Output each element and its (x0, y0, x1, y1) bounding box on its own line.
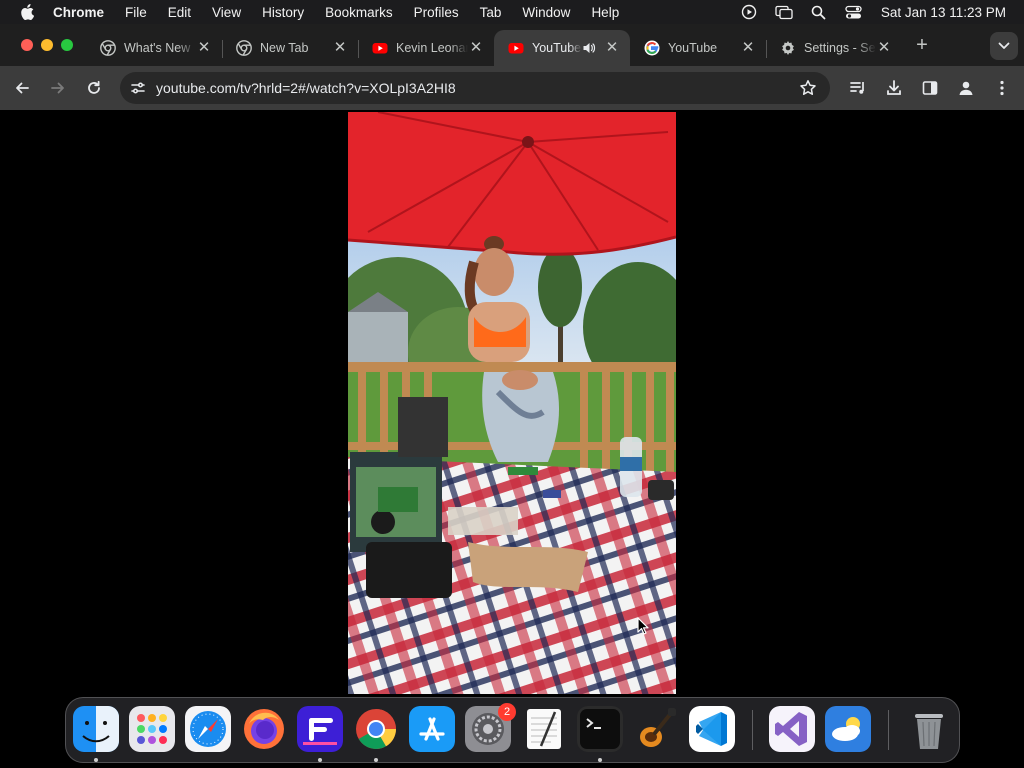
close-window-button[interactable] (21, 39, 33, 51)
new-tab-button[interactable]: + (912, 35, 932, 56)
menu-edit[interactable]: Edit (168, 5, 191, 20)
finder-app-icon[interactable] (73, 706, 119, 752)
menu-help[interactable]: Help (591, 5, 619, 20)
dock-separator (888, 710, 889, 750)
menu-file[interactable]: File (125, 5, 147, 20)
safari-app-icon[interactable] (185, 706, 231, 752)
tab-title: New Tab (260, 41, 309, 55)
menu-history[interactable]: History (262, 5, 304, 20)
dock: 2 (65, 697, 960, 763)
menu-tab[interactable]: Tab (480, 5, 502, 20)
tab-title: YouTube (668, 41, 718, 55)
running-indicator (94, 758, 98, 762)
menu-bar: Chrome File Edit View History Bookmarks … (0, 0, 1024, 24)
arrow-left-icon (16, 82, 29, 94)
downloads-button[interactable] (882, 76, 906, 100)
chrome-icon (100, 40, 116, 56)
menu-profiles[interactable]: Profiles (414, 5, 459, 20)
close-tab-icon[interactable]: ✕ (876, 40, 892, 56)
running-indicator (598, 758, 602, 762)
garageband-app-icon[interactable] (633, 706, 679, 752)
tab-youtube-google[interactable]: YouTube ✕ (630, 30, 766, 66)
menu-app-name[interactable]: Chrome (53, 5, 104, 20)
tab-strip: What's New ✕ New Tab ✕ Kevin Leonard ✕ Y… (0, 24, 1024, 66)
apple-menu-icon[interactable] (17, 2, 37, 22)
profile-button[interactable] (954, 76, 978, 100)
close-tab-icon[interactable]: ✕ (196, 40, 212, 56)
side-panel-button[interactable] (918, 76, 942, 100)
media-controls-button[interactable] (846, 76, 870, 100)
youtube-icon (508, 40, 524, 56)
running-indicator (318, 758, 322, 762)
vscode-app-icon[interactable] (689, 706, 735, 752)
media-play-icon[interactable] (740, 4, 758, 20)
chrome-menu-button[interactable] (990, 76, 1014, 100)
arrow-right-icon (51, 82, 64, 94)
chrome-app-icon[interactable] (353, 706, 399, 752)
tab-youtube-active[interactable]: YouTube ✕ (494, 30, 630, 66)
google-icon (644, 40, 660, 56)
visual-studio-app-icon[interactable] (769, 706, 815, 752)
profile-icon (959, 81, 973, 95)
zoom-window-button[interactable] (61, 39, 73, 51)
menu-window[interactable]: Window (522, 5, 570, 20)
chrome-icon (236, 40, 252, 56)
url-text[interactable]: youtube.com/tv?hrld=2#/watch?v=XOLpI3A2H… (156, 80, 456, 96)
close-tab-icon[interactable]: ✕ (604, 40, 620, 56)
menu-view[interactable]: View (212, 5, 241, 20)
running-indicator (374, 758, 378, 762)
close-tab-icon[interactable]: ✕ (332, 40, 348, 56)
gear-icon (780, 40, 796, 56)
notification-badge: 2 (498, 703, 516, 721)
tab-search-button[interactable] (990, 32, 1018, 60)
reload-icon (88, 80, 100, 94)
site-info-icon[interactable] (128, 78, 148, 98)
video-frame (348, 112, 676, 694)
music-queue-icon (850, 82, 864, 94)
close-tab-icon[interactable]: ✕ (740, 40, 756, 56)
control-center-icon[interactable] (845, 4, 863, 20)
menu-bookmarks[interactable]: Bookmarks (325, 5, 393, 20)
firefox-app-icon[interactable] (241, 706, 287, 752)
close-tab-icon[interactable]: ✕ (468, 40, 484, 56)
browser-toolbar: youtube.com/tv?hrld=2#/watch?v=XOLpI3A2H… (0, 66, 1024, 110)
mouse-cursor-icon (637, 617, 649, 635)
forward-button[interactable] (46, 76, 70, 100)
bookmark-star-icon[interactable] (798, 78, 818, 98)
terminal-app-icon[interactable] (577, 706, 623, 752)
launchpad-app-icon[interactable] (129, 706, 175, 752)
reload-button[interactable] (82, 76, 106, 100)
chevron-down-icon (998, 42, 1010, 49)
menubar-clock[interactable]: Sat Jan 13 11:23 PM (881, 5, 1006, 20)
address-bar[interactable]: youtube.com/tv?hrld=2#/watch?v=XOLpI3A2H… (120, 72, 830, 104)
tab-new-tab[interactable]: New Tab ✕ (222, 30, 358, 66)
tab-whats-new[interactable]: What's New ✕ (86, 30, 222, 66)
youtube-icon (372, 40, 388, 56)
app-store-app-icon[interactable] (409, 706, 455, 752)
tab-title: Settings - Search engine (804, 41, 876, 55)
dock-separator (752, 710, 753, 750)
textedit-app-icon[interactable] (521, 706, 567, 752)
side-panel-icon (922, 81, 938, 95)
screen-mirroring-icon[interactable] (775, 4, 793, 20)
video-player[interactable] (348, 112, 676, 694)
weather-app-icon[interactable] (825, 706, 871, 752)
back-button[interactable] (10, 76, 34, 100)
tab-kevin-leonard[interactable]: Kevin Leonard ✕ (358, 30, 494, 66)
speaker-icon[interactable] (582, 41, 596, 55)
fenix-app-icon[interactable] (297, 706, 343, 752)
youtube-tv-page[interactable] (0, 110, 1024, 768)
tab-settings[interactable]: Settings - Search engine ✕ (766, 30, 902, 66)
trash-icon[interactable] (906, 706, 952, 752)
tab-title: YouTube (532, 41, 582, 55)
tab-title: What's New (124, 41, 191, 55)
minimize-window-button[interactable] (41, 39, 53, 51)
download-icon (887, 80, 901, 95)
tab-title: Kevin Leonard (396, 41, 468, 55)
more-vert-icon (1000, 80, 1004, 96)
spotlight-search-icon[interactable] (810, 4, 828, 20)
